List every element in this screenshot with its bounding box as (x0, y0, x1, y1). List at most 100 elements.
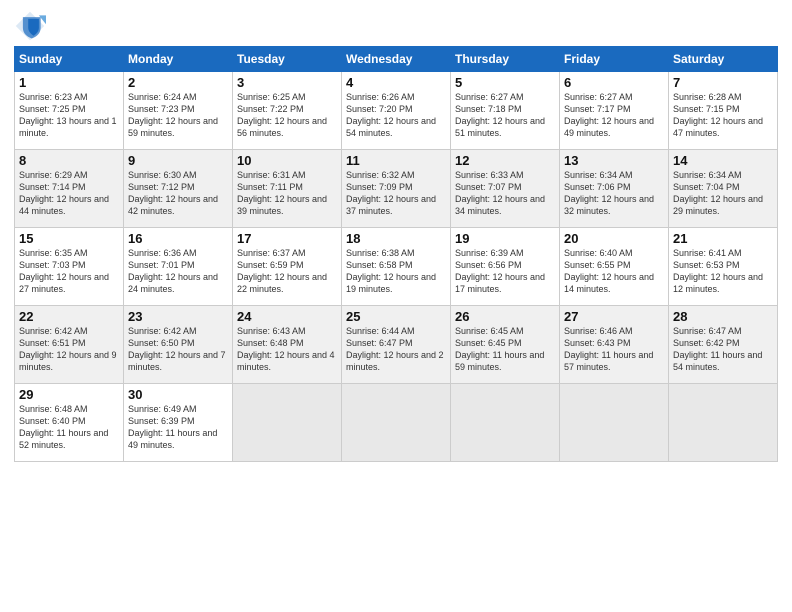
day-info: Sunrise: 6:34 AMSunset: 7:06 PMDaylight:… (564, 169, 664, 218)
day-number: 21 (673, 231, 773, 246)
calendar-cell: 16Sunrise: 6:36 AMSunset: 7:01 PMDayligh… (124, 228, 233, 306)
logo-icon (14, 10, 46, 42)
day-number: 10 (237, 153, 337, 168)
header (14, 10, 778, 42)
calendar-cell: 17Sunrise: 6:37 AMSunset: 6:59 PMDayligh… (233, 228, 342, 306)
calendar-week: 29Sunrise: 6:48 AMSunset: 6:40 PMDayligh… (15, 384, 778, 462)
calendar-cell: 14Sunrise: 6:34 AMSunset: 7:04 PMDayligh… (669, 150, 778, 228)
col-friday: Friday (560, 47, 669, 72)
day-number: 15 (19, 231, 119, 246)
calendar-cell (560, 384, 669, 462)
day-info: Sunrise: 6:37 AMSunset: 6:59 PMDaylight:… (237, 247, 337, 296)
calendar-cell: 27Sunrise: 6:46 AMSunset: 6:43 PMDayligh… (560, 306, 669, 384)
calendar-cell: 3Sunrise: 6:25 AMSunset: 7:22 PMDaylight… (233, 72, 342, 150)
day-info: Sunrise: 6:43 AMSunset: 6:48 PMDaylight:… (237, 325, 337, 374)
calendar-cell (451, 384, 560, 462)
calendar-cell: 28Sunrise: 6:47 AMSunset: 6:42 PMDayligh… (669, 306, 778, 384)
day-info: Sunrise: 6:42 AMSunset: 6:50 PMDaylight:… (128, 325, 228, 374)
calendar-cell: 12Sunrise: 6:33 AMSunset: 7:07 PMDayligh… (451, 150, 560, 228)
day-number: 3 (237, 75, 337, 90)
day-info: Sunrise: 6:25 AMSunset: 7:22 PMDaylight:… (237, 91, 337, 140)
day-number: 1 (19, 75, 119, 90)
day-number: 16 (128, 231, 228, 246)
calendar-cell: 11Sunrise: 6:32 AMSunset: 7:09 PMDayligh… (342, 150, 451, 228)
day-number: 4 (346, 75, 446, 90)
calendar-cell: 21Sunrise: 6:41 AMSunset: 6:53 PMDayligh… (669, 228, 778, 306)
col-sunday: Sunday (15, 47, 124, 72)
calendar-cell: 13Sunrise: 6:34 AMSunset: 7:06 PMDayligh… (560, 150, 669, 228)
day-info: Sunrise: 6:39 AMSunset: 6:56 PMDaylight:… (455, 247, 555, 296)
day-info: Sunrise: 6:27 AMSunset: 7:17 PMDaylight:… (564, 91, 664, 140)
day-info: Sunrise: 6:27 AMSunset: 7:18 PMDaylight:… (455, 91, 555, 140)
calendar-cell (669, 384, 778, 462)
day-info: Sunrise: 6:36 AMSunset: 7:01 PMDaylight:… (128, 247, 228, 296)
day-number: 22 (19, 309, 119, 324)
calendar-cell: 7Sunrise: 6:28 AMSunset: 7:15 PMDaylight… (669, 72, 778, 150)
day-info: Sunrise: 6:45 AMSunset: 6:45 PMDaylight:… (455, 325, 555, 374)
day-number: 2 (128, 75, 228, 90)
day-info: Sunrise: 6:26 AMSunset: 7:20 PMDaylight:… (346, 91, 446, 140)
day-info: Sunrise: 6:32 AMSunset: 7:09 PMDaylight:… (346, 169, 446, 218)
calendar-cell: 1Sunrise: 6:23 AMSunset: 7:25 PMDaylight… (15, 72, 124, 150)
col-wednesday: Wednesday (342, 47, 451, 72)
header-row: Sunday Monday Tuesday Wednesday Thursday… (15, 47, 778, 72)
day-info: Sunrise: 6:46 AMSunset: 6:43 PMDaylight:… (564, 325, 664, 374)
calendar-cell: 29Sunrise: 6:48 AMSunset: 6:40 PMDayligh… (15, 384, 124, 462)
page-container: Sunday Monday Tuesday Wednesday Thursday… (0, 0, 792, 470)
col-tuesday: Tuesday (233, 47, 342, 72)
calendar-cell: 9Sunrise: 6:30 AMSunset: 7:12 PMDaylight… (124, 150, 233, 228)
calendar-cell: 5Sunrise: 6:27 AMSunset: 7:18 PMDaylight… (451, 72, 560, 150)
calendar-cell: 4Sunrise: 6:26 AMSunset: 7:20 PMDaylight… (342, 72, 451, 150)
calendar-week: 22Sunrise: 6:42 AMSunset: 6:51 PMDayligh… (15, 306, 778, 384)
day-info: Sunrise: 6:41 AMSunset: 6:53 PMDaylight:… (673, 247, 773, 296)
day-number: 27 (564, 309, 664, 324)
day-number: 24 (237, 309, 337, 324)
day-number: 8 (19, 153, 119, 168)
day-number: 25 (346, 309, 446, 324)
day-info: Sunrise: 6:31 AMSunset: 7:11 PMDaylight:… (237, 169, 337, 218)
day-number: 12 (455, 153, 555, 168)
day-number: 18 (346, 231, 446, 246)
day-info: Sunrise: 6:38 AMSunset: 6:58 PMDaylight:… (346, 247, 446, 296)
day-info: Sunrise: 6:35 AMSunset: 7:03 PMDaylight:… (19, 247, 119, 296)
day-info: Sunrise: 6:24 AMSunset: 7:23 PMDaylight:… (128, 91, 228, 140)
day-info: Sunrise: 6:29 AMSunset: 7:14 PMDaylight:… (19, 169, 119, 218)
day-number: 19 (455, 231, 555, 246)
calendar-cell: 15Sunrise: 6:35 AMSunset: 7:03 PMDayligh… (15, 228, 124, 306)
day-number: 17 (237, 231, 337, 246)
calendar-cell (342, 384, 451, 462)
logo (14, 10, 50, 42)
calendar-cell: 23Sunrise: 6:42 AMSunset: 6:50 PMDayligh… (124, 306, 233, 384)
day-number: 29 (19, 387, 119, 402)
day-number: 23 (128, 309, 228, 324)
day-info: Sunrise: 6:30 AMSunset: 7:12 PMDaylight:… (128, 169, 228, 218)
calendar-cell: 30Sunrise: 6:49 AMSunset: 6:39 PMDayligh… (124, 384, 233, 462)
day-info: Sunrise: 6:40 AMSunset: 6:55 PMDaylight:… (564, 247, 664, 296)
day-info: Sunrise: 6:49 AMSunset: 6:39 PMDaylight:… (128, 403, 228, 452)
calendar-cell: 2Sunrise: 6:24 AMSunset: 7:23 PMDaylight… (124, 72, 233, 150)
calendar-cell: 26Sunrise: 6:45 AMSunset: 6:45 PMDayligh… (451, 306, 560, 384)
calendar-cell: 6Sunrise: 6:27 AMSunset: 7:17 PMDaylight… (560, 72, 669, 150)
day-info: Sunrise: 6:48 AMSunset: 6:40 PMDaylight:… (19, 403, 119, 452)
day-info: Sunrise: 6:28 AMSunset: 7:15 PMDaylight:… (673, 91, 773, 140)
col-thursday: Thursday (451, 47, 560, 72)
calendar-cell: 20Sunrise: 6:40 AMSunset: 6:55 PMDayligh… (560, 228, 669, 306)
day-info: Sunrise: 6:47 AMSunset: 6:42 PMDaylight:… (673, 325, 773, 374)
day-info: Sunrise: 6:42 AMSunset: 6:51 PMDaylight:… (19, 325, 119, 374)
day-number: 9 (128, 153, 228, 168)
day-info: Sunrise: 6:33 AMSunset: 7:07 PMDaylight:… (455, 169, 555, 218)
day-info: Sunrise: 6:44 AMSunset: 6:47 PMDaylight:… (346, 325, 446, 374)
calendar-cell: 19Sunrise: 6:39 AMSunset: 6:56 PMDayligh… (451, 228, 560, 306)
day-number: 7 (673, 75, 773, 90)
day-info: Sunrise: 6:34 AMSunset: 7:04 PMDaylight:… (673, 169, 773, 218)
day-number: 30 (128, 387, 228, 402)
calendar-week: 1Sunrise: 6:23 AMSunset: 7:25 PMDaylight… (15, 72, 778, 150)
day-number: 6 (564, 75, 664, 90)
calendar-cell: 25Sunrise: 6:44 AMSunset: 6:47 PMDayligh… (342, 306, 451, 384)
day-info: Sunrise: 6:23 AMSunset: 7:25 PMDaylight:… (19, 91, 119, 140)
calendar-week: 15Sunrise: 6:35 AMSunset: 7:03 PMDayligh… (15, 228, 778, 306)
calendar-week: 8Sunrise: 6:29 AMSunset: 7:14 PMDaylight… (15, 150, 778, 228)
day-number: 26 (455, 309, 555, 324)
calendar-body: 1Sunrise: 6:23 AMSunset: 7:25 PMDaylight… (15, 72, 778, 462)
col-saturday: Saturday (669, 47, 778, 72)
